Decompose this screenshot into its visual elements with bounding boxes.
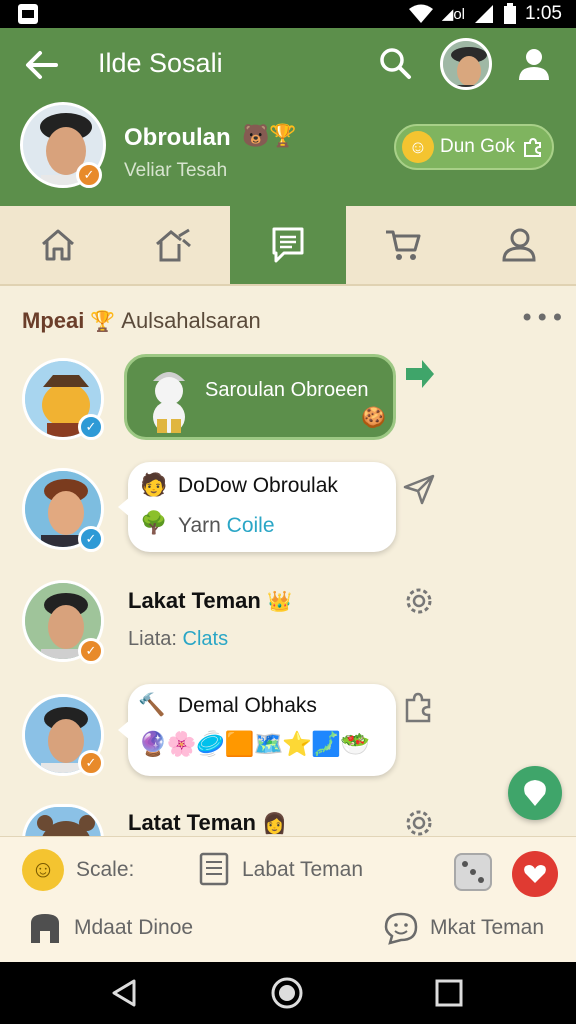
forward-arrow-icon[interactable] — [402, 358, 436, 392]
verified-badge-icon: ✓ — [78, 750, 104, 776]
join-button-label: Dun Gok — [440, 136, 515, 157]
wifi-icon — [408, 4, 433, 23]
gear-icon[interactable] — [402, 806, 436, 836]
tab-bar — [0, 206, 576, 286]
home-icon — [41, 229, 74, 261]
contact-name-text: Latat Teman — [128, 810, 256, 835]
contact-name: Latat Teman 👩 — [128, 810, 287, 836]
person-icon[interactable] — [516, 46, 552, 82]
profile-subtitle: Veliar Tesah — [124, 160, 228, 181]
row-avatar[interactable] — [22, 804, 104, 840]
contact-status-prefix: Liata: — [128, 628, 177, 650]
contact-name: Lakat Teman 👑 — [128, 588, 292, 614]
signal-label: ◢ol — [441, 6, 466, 23]
cart-icon — [386, 230, 421, 260]
heart-icon — [524, 865, 546, 883]
app-header: Ilde Sosali ✓ Obroulan 🐻🏆 Veliar Tesah ☺… — [0, 28, 576, 206]
battery-icon — [504, 3, 517, 24]
person-emoji-icon: 🧑 — [140, 472, 168, 497]
tab-shop[interactable] — [346, 206, 461, 284]
status-time: 1:05 — [525, 3, 562, 24]
back-arrow-icon[interactable] — [22, 48, 62, 82]
user-avatar[interactable] — [440, 38, 492, 90]
bubble-subtitle: Yarn Coile — [178, 514, 275, 538]
cookie-icon: 🍪 — [361, 407, 386, 429]
bubble-subtitle-prefix: Yarn — [178, 514, 221, 537]
bubble-text: Saroulan Obroeen — [205, 379, 369, 401]
system-nav-bar — [0, 962, 576, 1024]
bear-trophy-emoji-icon: 🐻🏆 — [242, 124, 297, 149]
verified-badge-icon: ✓ — [78, 414, 104, 440]
house-hammer-icon — [155, 228, 191, 262]
contact-status-accent: Clats — [182, 628, 229, 650]
favorite-button[interactable] — [512, 851, 558, 897]
signal-icon — [475, 5, 494, 23]
status-bar: ◢ol 1:05 — [0, 0, 576, 28]
verified-badge-icon: ✓ — [76, 162, 102, 188]
contact-name-text: Lakat Teman — [128, 588, 261, 613]
puzzle-icon — [523, 137, 541, 157]
page-title: Ilde Sosali — [98, 48, 223, 78]
verified-badge-icon: ✓ — [78, 638, 104, 664]
dice-icon[interactable] — [454, 853, 492, 891]
list-icon — [199, 852, 229, 886]
recents-nav-icon[interactable] — [434, 978, 464, 1008]
tab-chats[interactable] — [230, 206, 346, 284]
item-strip: 🔮🌸🥏🟧🗺️⭐🗾🥗 — [138, 731, 370, 758]
message-bubble[interactable]: 🔨 Demal Obhaks 🔮🌸🥏🟧🗺️⭐🗾🥗 — [128, 684, 396, 776]
tab-home[interactable] — [0, 206, 115, 284]
back-nav-icon[interactable] — [110, 978, 140, 1008]
bubble-title: DoDow Obroulak — [178, 474, 338, 497]
chat-shortcut-label: Mkat Teman — [430, 916, 544, 939]
trophy-icon: 🏆 — [90, 310, 116, 333]
crown-icon: 👑 — [266, 591, 292, 613]
feed-title-bold: Mpeai — [22, 308, 85, 333]
floating-action-button[interactable] — [508, 766, 562, 820]
gear-icon[interactable] — [402, 584, 436, 618]
profile-name: Obroulan — [124, 124, 231, 151]
puzzle-icon[interactable] — [402, 690, 436, 724]
verified-badge-icon: ✓ — [78, 526, 104, 552]
snowman-sticker-icon — [153, 372, 185, 433]
more-options-icon[interactable]: ••• — [520, 304, 565, 332]
join-button[interactable]: ☺ Dun Gok — [394, 124, 554, 170]
message-bubble[interactable]: Saroulan Obroeen 🍪 — [124, 354, 396, 440]
profile-shortcut-label: Mdaat Dinoe — [74, 916, 194, 939]
avatar-face-icon — [443, 41, 489, 87]
tree-icon: 🌳 — [140, 510, 168, 535]
smiley-icon: ☺ — [22, 849, 64, 891]
tab-build[interactable] — [115, 206, 230, 284]
scale-control[interactable]: ☺ Scale: — [22, 849, 134, 891]
friend-list-button[interactable]: Labat Teman — [198, 851, 363, 889]
gate-icon — [31, 914, 59, 943]
home-nav-icon[interactable] — [270, 976, 304, 1010]
bottom-panel: ☺ Scale: Labat Teman Mdaat Dinoe Mkat Te… — [0, 836, 576, 962]
smiley-icon: ☺ — [402, 131, 434, 163]
people-icon — [502, 228, 536, 262]
hammer-icon: 🔨 — [138, 692, 166, 717]
bubble-title: Demal Obhaks — [178, 694, 317, 717]
contact-status: Liata: Clats — [128, 628, 228, 651]
girl-icon: 👩 — [262, 813, 287, 835]
search-icon[interactable] — [376, 44, 414, 82]
chat-shortcut[interactable]: Mkat Teman — [384, 911, 544, 945]
chat-list-icon — [272, 227, 304, 263]
profile-shortcut[interactable]: Mdaat Dinoe — [28, 911, 193, 945]
friend-list-label: Labat Teman — [242, 858, 364, 881]
scale-label: Scale: — [76, 858, 135, 881]
bubble-subtitle-accent: Coile — [226, 514, 275, 537]
location-pin-icon — [524, 780, 546, 806]
status-indicators: ◢ol 1:05 — [408, 2, 562, 26]
tab-friends[interactable] — [461, 206, 576, 284]
feed-title-rest: Aulsahalsaran — [121, 308, 261, 333]
notification-icon — [18, 4, 38, 24]
message-bubble[interactable]: 🧑 DoDow Obroulak 🌳 Yarn Coile — [128, 462, 396, 552]
send-icon[interactable] — [402, 472, 436, 506]
chat-smile-icon — [384, 912, 418, 945]
feed-title: Mpeai 🏆 Aulsahalsaran — [22, 308, 261, 334]
